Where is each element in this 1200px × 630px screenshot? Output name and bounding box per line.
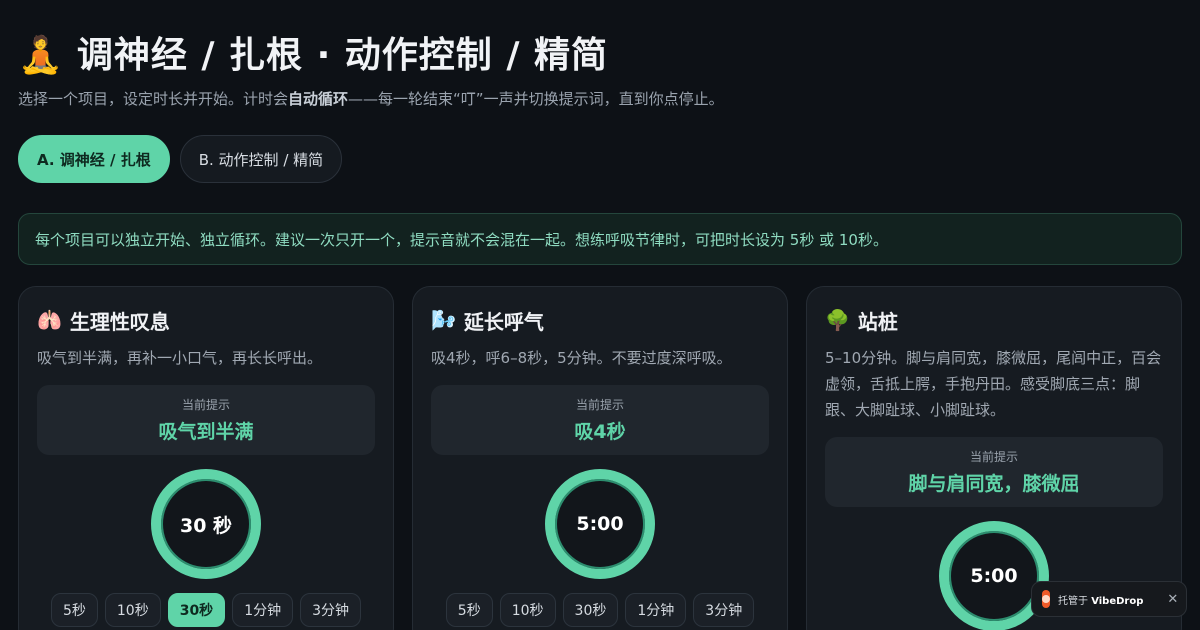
duration-5s[interactable]: 5秒 [50, 593, 98, 627]
close-icon[interactable]: ✕ [1161, 592, 1178, 607]
duration-10s[interactable]: 10秒 [499, 593, 556, 627]
tab-b-motor-control[interactable]: B. 动作控制 / 精简 [179, 135, 343, 183]
prompt-text: 脚与肩同宽，膝微屈 [908, 473, 1080, 495]
card-description: 吸气到半满，再补一小口气，再长长呼出。 [37, 349, 323, 367]
card-title: 🌳 站桩 [825, 308, 898, 334]
duration-3min[interactable]: 3分钟 [693, 593, 755, 627]
duration-options: 5秒 10秒 30秒 1分钟 3分钟 [431, 593, 769, 627]
meditation-icon: 🧘 [18, 35, 63, 76]
prompt-text: 吸气到半满 [158, 421, 254, 443]
duration-options: 5秒 10秒 30秒 1分钟 3分钟 [37, 593, 375, 627]
duration-3min[interactable]: 3分钟 [300, 593, 362, 627]
current-prompt-box: 当前提示 吸气到半满 [37, 385, 375, 455]
current-prompt-box: 当前提示 吸4秒 [431, 385, 769, 455]
subtitle-emphasis: 自动循环 [288, 90, 349, 108]
vibedrop-label: 托管于 VibeDrop [1058, 595, 1144, 607]
card-extended-exhale: 🌬️ 延长呼气 吸4秒，呼6–8秒，5分钟。不要过度深呼吸。 当前提示 吸4秒 … [412, 286, 788, 630]
prompt-label: 当前提示 [969, 450, 1018, 464]
duration-1min[interactable]: 1分钟 [232, 593, 294, 627]
tab-bar: A. 调神经 / 扎根 B. 动作控制 / 精简 [18, 135, 343, 183]
card-description: 吸4秒，呼6–8秒，5分钟。不要过度深呼吸。 [431, 349, 732, 367]
tab-a-nerves-grounding[interactable]: A. 调神经 / 扎根 [18, 135, 170, 183]
page: 🧘 调神经 / 扎根 · 动作控制 / 精简 选择一个项目，设定时长并开始。计时… [0, 0, 1200, 630]
card-title: 🌬️ 延长呼气 [431, 308, 544, 334]
timer-ring[interactable]: 5:00 [545, 469, 655, 579]
duration-10s[interactable]: 10秒 [104, 593, 161, 627]
lungs-icon: 🫁 [37, 308, 62, 332]
tree-icon: 🌳 [825, 308, 850, 332]
card-standing-post: 🌳 站桩 5–10分钟。脚与肩同宽，膝微屈，尾闾中正，百会虚领，舌抵上腭，手抱丹… [806, 286, 1182, 630]
vibedrop-logo-icon [1042, 590, 1050, 608]
wind-icon: 🌬️ [431, 308, 456, 332]
duration-30s[interactable]: 30秒 [167, 593, 226, 627]
card-physiological-sigh: 🫁 生理性叹息 吸气到半满，再补一小口气，再长长呼出。 当前提示 吸气到半满 3… [18, 286, 394, 630]
duration-30s[interactable]: 30秒 [562, 593, 619, 627]
duration-5s[interactable]: 5秒 [445, 593, 493, 627]
duration-1min[interactable]: 1分钟 [625, 593, 687, 627]
timer-ring[interactable]: 30 秒 [151, 469, 261, 579]
card-description: 5–10分钟。脚与肩同宽，膝微屈，尾闾中正，百会虚领，舌抵上腭，手抱丹田。感受脚… [825, 349, 1162, 419]
page-title: 调神经 / 扎根 · 动作控制 / 精简 [76, 35, 609, 76]
prompt-text: 吸4秒 [574, 421, 626, 443]
prompt-label: 当前提示 [181, 398, 230, 412]
info-notice: 每个项目可以独立开始、独立循环。建议一次只开一个，提示音就不会混在一起。想练呼吸… [18, 213, 1182, 265]
vibedrop-badge[interactable]: 托管于 VibeDrop ✕ [1031, 581, 1187, 617]
prompt-label: 当前提示 [575, 398, 624, 412]
timer-ring[interactable]: 5:00 [939, 521, 1049, 630]
page-subtitle: 选择一个项目，设定时长并开始。计时会自动循环——每一轮结束“叮”一声并切换提示词… [18, 90, 724, 108]
header: 🧘 调神经 / 扎根 · 动作控制 / 精简 [18, 30, 608, 82]
card-title: 🫁 生理性叹息 [37, 308, 170, 334]
current-prompt-box: 当前提示 脚与肩同宽，膝微屈 [825, 437, 1163, 507]
